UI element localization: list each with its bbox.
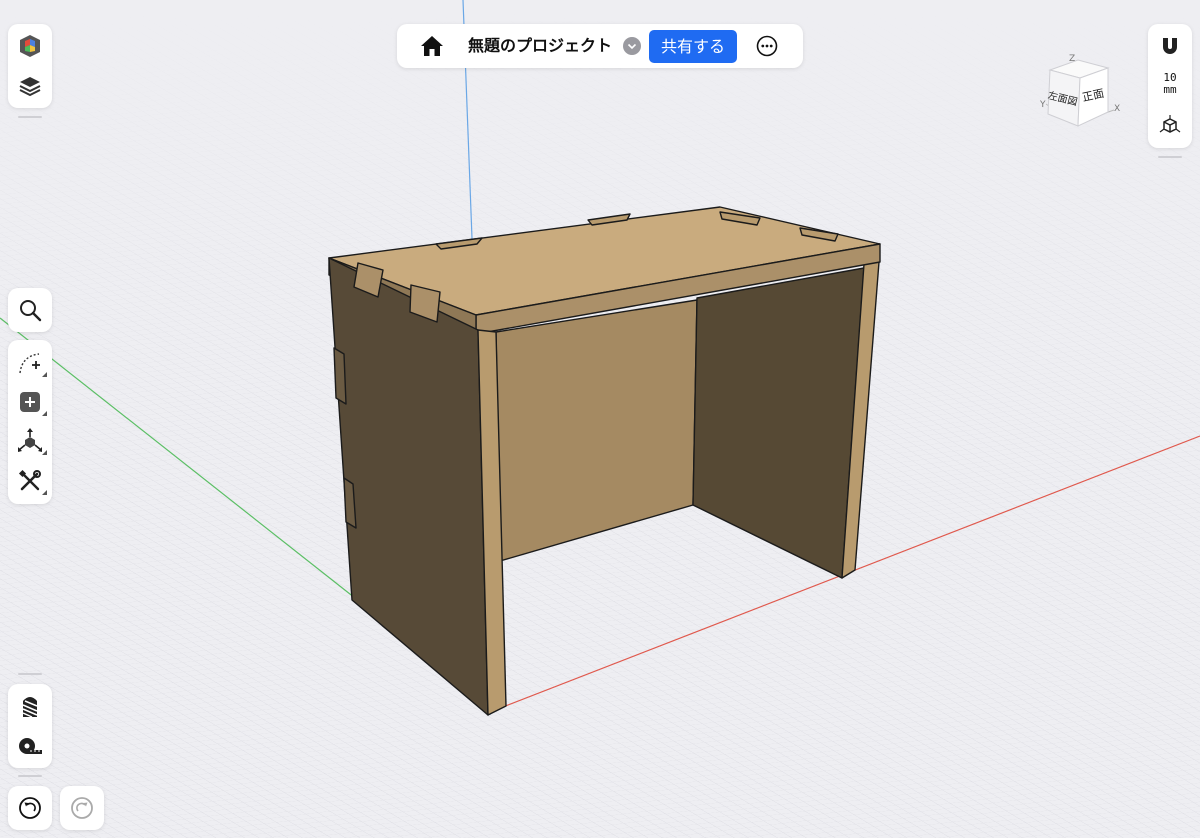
toolbar-separator — [18, 116, 42, 118]
object-cube-icon — [20, 35, 40, 57]
sketch-curve-icon — [19, 353, 40, 374]
tools-panel — [8, 340, 52, 504]
add-primitive-icon — [20, 392, 40, 412]
tools-button[interactable] — [8, 462, 52, 500]
search-icon — [20, 300, 42, 322]
grid-size-readout[interactable]: 10 mm — [1148, 72, 1192, 96]
grid-size-unit: mm — [1163, 83, 1177, 96]
home-button[interactable] — [419, 33, 445, 59]
sketch-button[interactable] — [8, 344, 52, 382]
right-toolbar: 10 mm — [1148, 24, 1192, 148]
tools-icon — [18, 469, 41, 491]
layers-icon — [19, 77, 41, 97]
transform-icon — [18, 428, 42, 452]
view-cube-y-label: Y — [1040, 100, 1046, 110]
project-title[interactable]: 無題のプロジェクト — [468, 24, 612, 68]
share-button[interactable]: 共有する — [649, 30, 737, 63]
side-slot — [333, 347, 347, 405]
view-options-button[interactable] — [1148, 107, 1192, 145]
more-icon — [756, 35, 778, 57]
transform-button[interactable] — [8, 422, 52, 460]
project-menu-button[interactable] — [623, 37, 641, 55]
toolbar-separator — [18, 775, 42, 777]
add-primitive-button[interactable] — [8, 383, 52, 421]
toolbar-separator — [1158, 156, 1182, 158]
layers-button[interactable] — [8, 67, 52, 105]
undo-icon — [19, 797, 41, 819]
bottom-tools-panel — [8, 684, 52, 768]
chevron-down-icon — [627, 43, 637, 50]
view-cube-z-label: Z — [1069, 54, 1076, 64]
view-cube-icon — [1159, 115, 1181, 133]
snap-magnet-icon — [1163, 35, 1177, 54]
material-button[interactable] — [8, 687, 52, 725]
snap-button[interactable] — [1148, 27, 1192, 65]
toolbar-separator — [18, 673, 42, 675]
redo-button[interactable] — [60, 786, 104, 830]
view-cube-x-label: X — [1114, 104, 1121, 114]
scene-panel — [8, 24, 52, 108]
redo-icon — [71, 797, 93, 819]
top-bar: 無題のプロジェクト 共有する — [397, 24, 803, 68]
3d-viewport[interactable] — [0, 0, 1200, 838]
object-browser-button[interactable] — [8, 27, 52, 65]
undo-button[interactable] — [8, 786, 52, 830]
more-button[interactable] — [756, 35, 778, 57]
search-button[interactable] — [8, 291, 52, 329]
material-stripes-icon — [22, 697, 38, 718]
home-icon — [421, 36, 443, 56]
search-panel — [8, 288, 52, 332]
measure-button[interactable] — [8, 727, 52, 765]
tape-measure-icon — [19, 738, 42, 754]
